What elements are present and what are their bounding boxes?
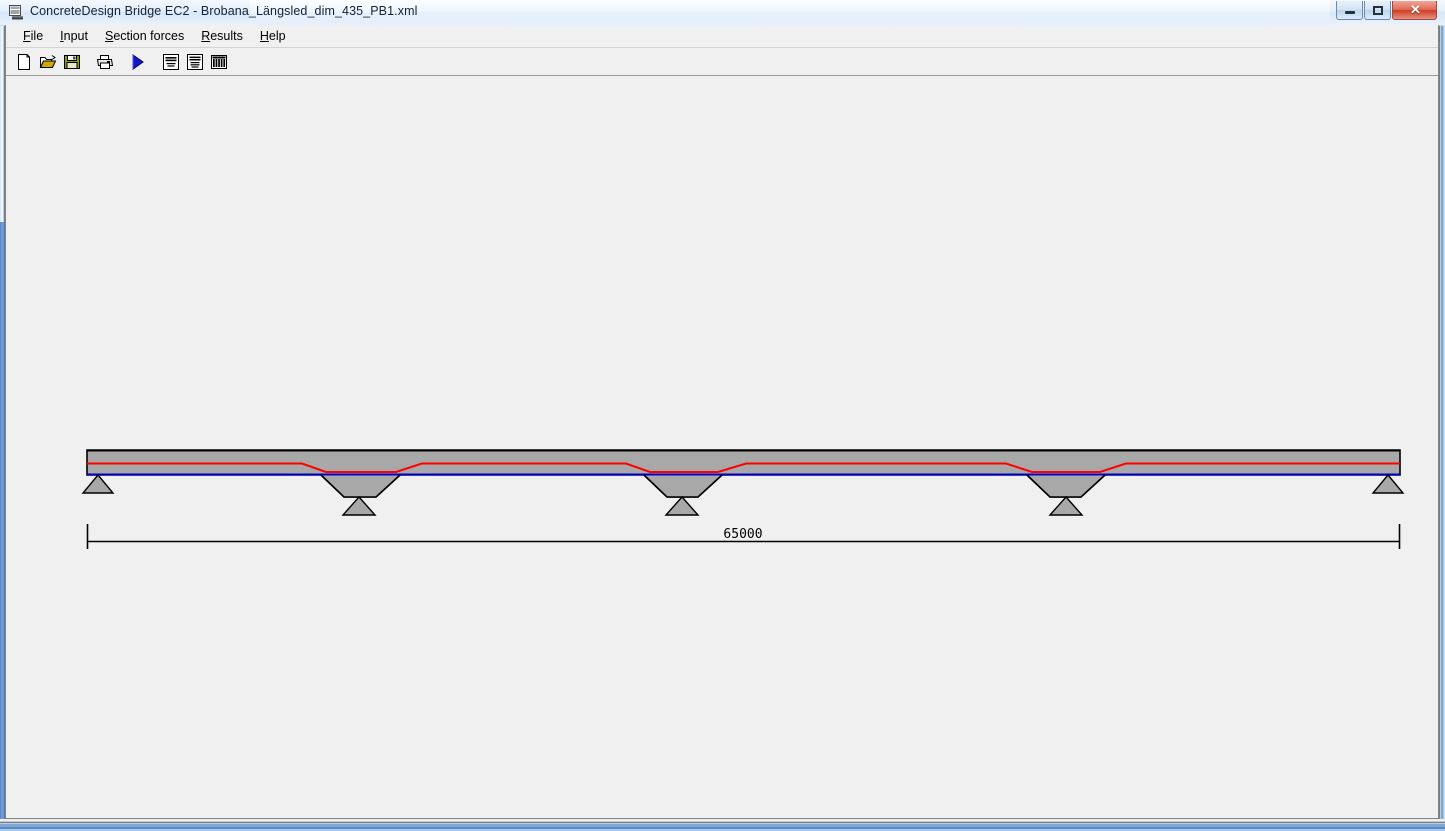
menu-item-file[interactable]: File bbox=[15, 26, 52, 46]
toolbar bbox=[6, 48, 1438, 76]
title-bar[interactable]: ConcreteDesign Bridge EC2 - Brobana_Läng… bbox=[0, 0, 1445, 26]
run-calculation-button[interactable] bbox=[127, 50, 149, 73]
menu-bar: File Input Section forces Results Help bbox=[6, 25, 1438, 48]
minimize-button[interactable] bbox=[1336, 1, 1363, 20]
menu-label: ile bbox=[30, 29, 44, 43]
open-folder-icon bbox=[39, 54, 57, 68]
menu-mnemonic: H bbox=[259, 29, 269, 43]
table-view-button[interactable] bbox=[208, 50, 230, 73]
document-lines-icon bbox=[187, 53, 203, 70]
window-title: ConcreteDesign Bridge EC2 - Brobana_Läng… bbox=[30, 4, 418, 18]
printer-icon bbox=[96, 54, 114, 69]
new-document-button[interactable] bbox=[13, 50, 35, 73]
dimension-label: 65000 bbox=[723, 527, 762, 542]
menu-label: esults bbox=[210, 29, 243, 43]
menu-item-results[interactable]: Results bbox=[193, 26, 252, 46]
report-long-button[interactable] bbox=[184, 50, 206, 73]
support-4 bbox=[1048, 495, 1084, 516]
toolbar-separator bbox=[85, 51, 94, 73]
close-button[interactable]: ✕ bbox=[1392, 1, 1437, 20]
bridge-elevation-view: 65000 bbox=[81, 449, 1405, 549]
menu-item-help[interactable]: Help bbox=[252, 26, 295, 46]
document-lines-icon bbox=[163, 53, 179, 70]
toolbar-separator bbox=[151, 51, 160, 73]
save-file-button[interactable] bbox=[61, 50, 83, 73]
support-1 bbox=[81, 473, 115, 494]
maximize-icon bbox=[1373, 6, 1383, 15]
open-file-button[interactable] bbox=[37, 50, 59, 73]
support-5 bbox=[1371, 473, 1405, 494]
menu-item-input[interactable]: Input bbox=[52, 26, 97, 46]
window-frame-bottom bbox=[0, 819, 1445, 831]
menu-mnemonic: R bbox=[201, 29, 211, 43]
app-window-icon bbox=[9, 5, 23, 20]
report-short-button[interactable] bbox=[160, 50, 182, 73]
floppy-disk-icon bbox=[64, 54, 80, 69]
menu-mnemonic: F bbox=[23, 29, 31, 43]
print-button[interactable] bbox=[94, 50, 116, 73]
toolbar-separator bbox=[118, 51, 127, 73]
play-triangle-icon bbox=[132, 53, 144, 70]
menu-label: elp bbox=[268, 29, 286, 43]
drawing-canvas[interactable]: 65000 bbox=[6, 76, 1438, 818]
client-area: File Input Section forces Results Help 6… bbox=[5, 25, 1439, 819]
window-controls: ✕ bbox=[1335, 1, 1437, 20]
application-window: ConcreteDesign Bridge EC2 - Brobana_Läng… bbox=[0, 0, 1445, 831]
menu-label: ection forces bbox=[113, 29, 185, 43]
maximize-button[interactable] bbox=[1364, 1, 1391, 20]
support-3 bbox=[664, 495, 700, 516]
support-2 bbox=[341, 495, 377, 516]
menu-item-section-forces[interactable]: Section forces bbox=[97, 26, 193, 46]
close-icon: ✕ bbox=[1410, 2, 1421, 17]
minimize-icon bbox=[1345, 11, 1355, 14]
menu-label: nput bbox=[63, 29, 88, 43]
table-grid-icon bbox=[211, 54, 227, 69]
new-document-icon bbox=[18, 53, 30, 70]
